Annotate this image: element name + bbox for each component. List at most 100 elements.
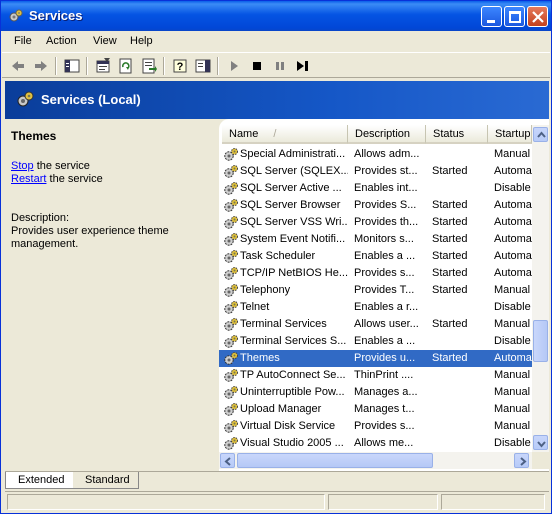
service-name: TP AutoConnect Se...	[240, 369, 346, 381]
table-row[interactable]: Terminal Services Allows user... Started Ma…	[219, 316, 532, 333]
scroll-left-button[interactable]	[220, 453, 235, 468]
chevron-up-icon	[537, 131, 546, 138]
service-status: Started	[432, 352, 468, 364]
column-header-startup[interactable]: Startup	[488, 125, 532, 144]
stop-service-suffix: the service	[33, 160, 90, 172]
menu-help[interactable]: Help	[130, 35, 153, 47]
maximize-button[interactable]	[504, 6, 525, 27]
table-row[interactable]: Themes Provides u... Started Automa	[219, 350, 532, 367]
table-row[interactable]: Uninterruptible Pow... Manages a... Manual	[219, 384, 532, 401]
table-row[interactable]: Virtual Disk Service Provides s... Manual	[219, 418, 532, 435]
service-startup-type: Manual	[494, 318, 531, 330]
chevron-left-icon	[224, 457, 231, 466]
table-row[interactable]: SQL Server (SQLEX... Provides st... Starte…	[219, 163, 532, 180]
service-name: Terminal Services S...	[240, 335, 347, 347]
service-name: Telephony	[240, 284, 291, 296]
service-description: Enables a r...	[354, 301, 419, 313]
restart-service-icon[interactable]	[294, 57, 312, 75]
service-gear-icon	[224, 386, 238, 399]
service-startup-type: Disable	[494, 335, 531, 347]
table-row[interactable]: Telnet Enables a r... Disable	[219, 299, 532, 316]
start-service-icon[interactable]	[225, 57, 243, 75]
service-gear-icon	[224, 182, 238, 195]
scroll-down-button[interactable]	[533, 435, 548, 450]
close-button[interactable]	[527, 6, 548, 27]
horizontal-scrollbar[interactable]	[219, 452, 532, 469]
stop-service-icon[interactable]	[248, 57, 266, 75]
status-bar-panel	[328, 494, 438, 510]
service-gear-icon	[224, 250, 238, 263]
restart-service-link[interactable]: Restart	[11, 173, 46, 185]
menu-file[interactable]: File	[14, 35, 32, 47]
menu-action[interactable]: Action	[46, 35, 77, 47]
properties-icon[interactable]	[94, 57, 112, 75]
column-name-label: Name	[229, 128, 259, 140]
sort-ascending-icon: /	[273, 128, 277, 140]
pause-service-icon[interactable]	[271, 57, 289, 75]
column-status-label: Status	[433, 128, 465, 140]
show-hide-action-pane-icon[interactable]	[194, 57, 212, 75]
service-description: Provides st...	[354, 165, 418, 177]
service-name: SQL Server (SQLEX...	[240, 165, 348, 177]
stop-service-link[interactable]: Stop	[11, 160, 34, 172]
column-header-name[interactable]: Name /	[222, 125, 348, 144]
service-description: Allows adm...	[354, 148, 420, 160]
back-arrow-icon[interactable]	[9, 57, 27, 75]
vertical-scrollbar[interactable]	[532, 125, 549, 452]
service-name: System Event Notifi...	[240, 233, 346, 245]
vertical-scroll-thumb[interactable]	[533, 320, 548, 362]
service-status: Started	[432, 267, 468, 279]
service-name: TCP/IP NetBIOS He...	[240, 267, 348, 279]
table-row[interactable]: SQL Server Active ... Enables int... Disab…	[219, 180, 532, 197]
table-row[interactable]: Upload Manager Manages t... Manual	[219, 401, 532, 418]
service-description: Provides S...	[354, 199, 417, 211]
service-gear-icon	[224, 284, 238, 297]
help-icon[interactable]: ?	[171, 57, 189, 75]
table-row[interactable]: SQL Server VSS Wri... Provides th... Start…	[219, 214, 532, 231]
chevron-down-icon	[537, 441, 546, 448]
service-description: Provides T...	[354, 284, 415, 296]
forward-arrow-icon[interactable]	[32, 57, 50, 75]
menu-view[interactable]: View	[93, 35, 117, 47]
scope-title: Services (Local)	[41, 92, 141, 107]
table-row[interactable]: TP AutoConnect Se... ThinPrint .... Manual	[219, 367, 532, 384]
service-startup-type: Automa	[494, 267, 532, 279]
service-name: Visual Studio 2005 ...	[240, 437, 344, 449]
service-startup-type: Automa	[494, 216, 532, 228]
table-row[interactable]: Terminal Services S... Enables a ... Disab…	[219, 333, 532, 350]
service-name: Upload Manager	[240, 403, 322, 415]
table-row[interactable]: Telephony Provides T... Started Manual	[219, 282, 532, 299]
service-description: Enables int...	[354, 182, 418, 194]
column-header-status[interactable]: Status	[426, 125, 488, 144]
services-gear-icon	[17, 91, 34, 107]
table-row[interactable]: System Event Notifi... Monitors s... Start…	[219, 231, 532, 248]
tab-extended[interactable]: Extended	[5, 472, 73, 489]
scroll-up-button[interactable]	[533, 127, 548, 142]
service-status: Started	[432, 216, 468, 228]
scroll-right-button[interactable]	[514, 453, 529, 468]
service-name: Telnet	[240, 301, 270, 313]
window-title: Services	[29, 8, 83, 23]
horizontal-scroll-thumb[interactable]	[237, 453, 433, 468]
minimize-button[interactable]	[481, 6, 502, 27]
table-row[interactable]: Task Scheduler Enables a ... Started Automa	[219, 248, 532, 265]
service-name: SQL Server Browser	[240, 199, 341, 211]
menu-bar: File Action View Help	[2, 31, 550, 53]
column-header-description[interactable]: Description	[348, 125, 426, 144]
description-label: Description:	[11, 212, 70, 224]
service-status: Started	[432, 165, 468, 177]
export-list-icon[interactable]	[140, 57, 158, 75]
services-window: Services File Action View Help ? Service…	[0, 0, 552, 514]
scope-header: Services (Local)	[5, 81, 549, 119]
refresh-icon[interactable]	[117, 57, 135, 75]
title-bar[interactable]: Services	[1, 1, 551, 31]
service-description: ThinPrint ....	[354, 369, 414, 381]
table-row[interactable]: Special Administrati... Allows adm... Manu…	[219, 146, 532, 163]
service-description: Provides u...	[354, 352, 416, 364]
table-row[interactable]: TCP/IP NetBIOS He... Provides s... Started…	[219, 265, 532, 282]
tab-standard[interactable]: Standard	[73, 472, 139, 489]
service-gear-icon	[224, 148, 238, 161]
show-hide-console-tree-icon[interactable]	[63, 57, 81, 75]
table-row[interactable]: Visual Studio 2005 ... Allows me... Disabl…	[219, 435, 532, 452]
table-row[interactable]: SQL Server Browser Provides S... Started Au…	[219, 197, 532, 214]
